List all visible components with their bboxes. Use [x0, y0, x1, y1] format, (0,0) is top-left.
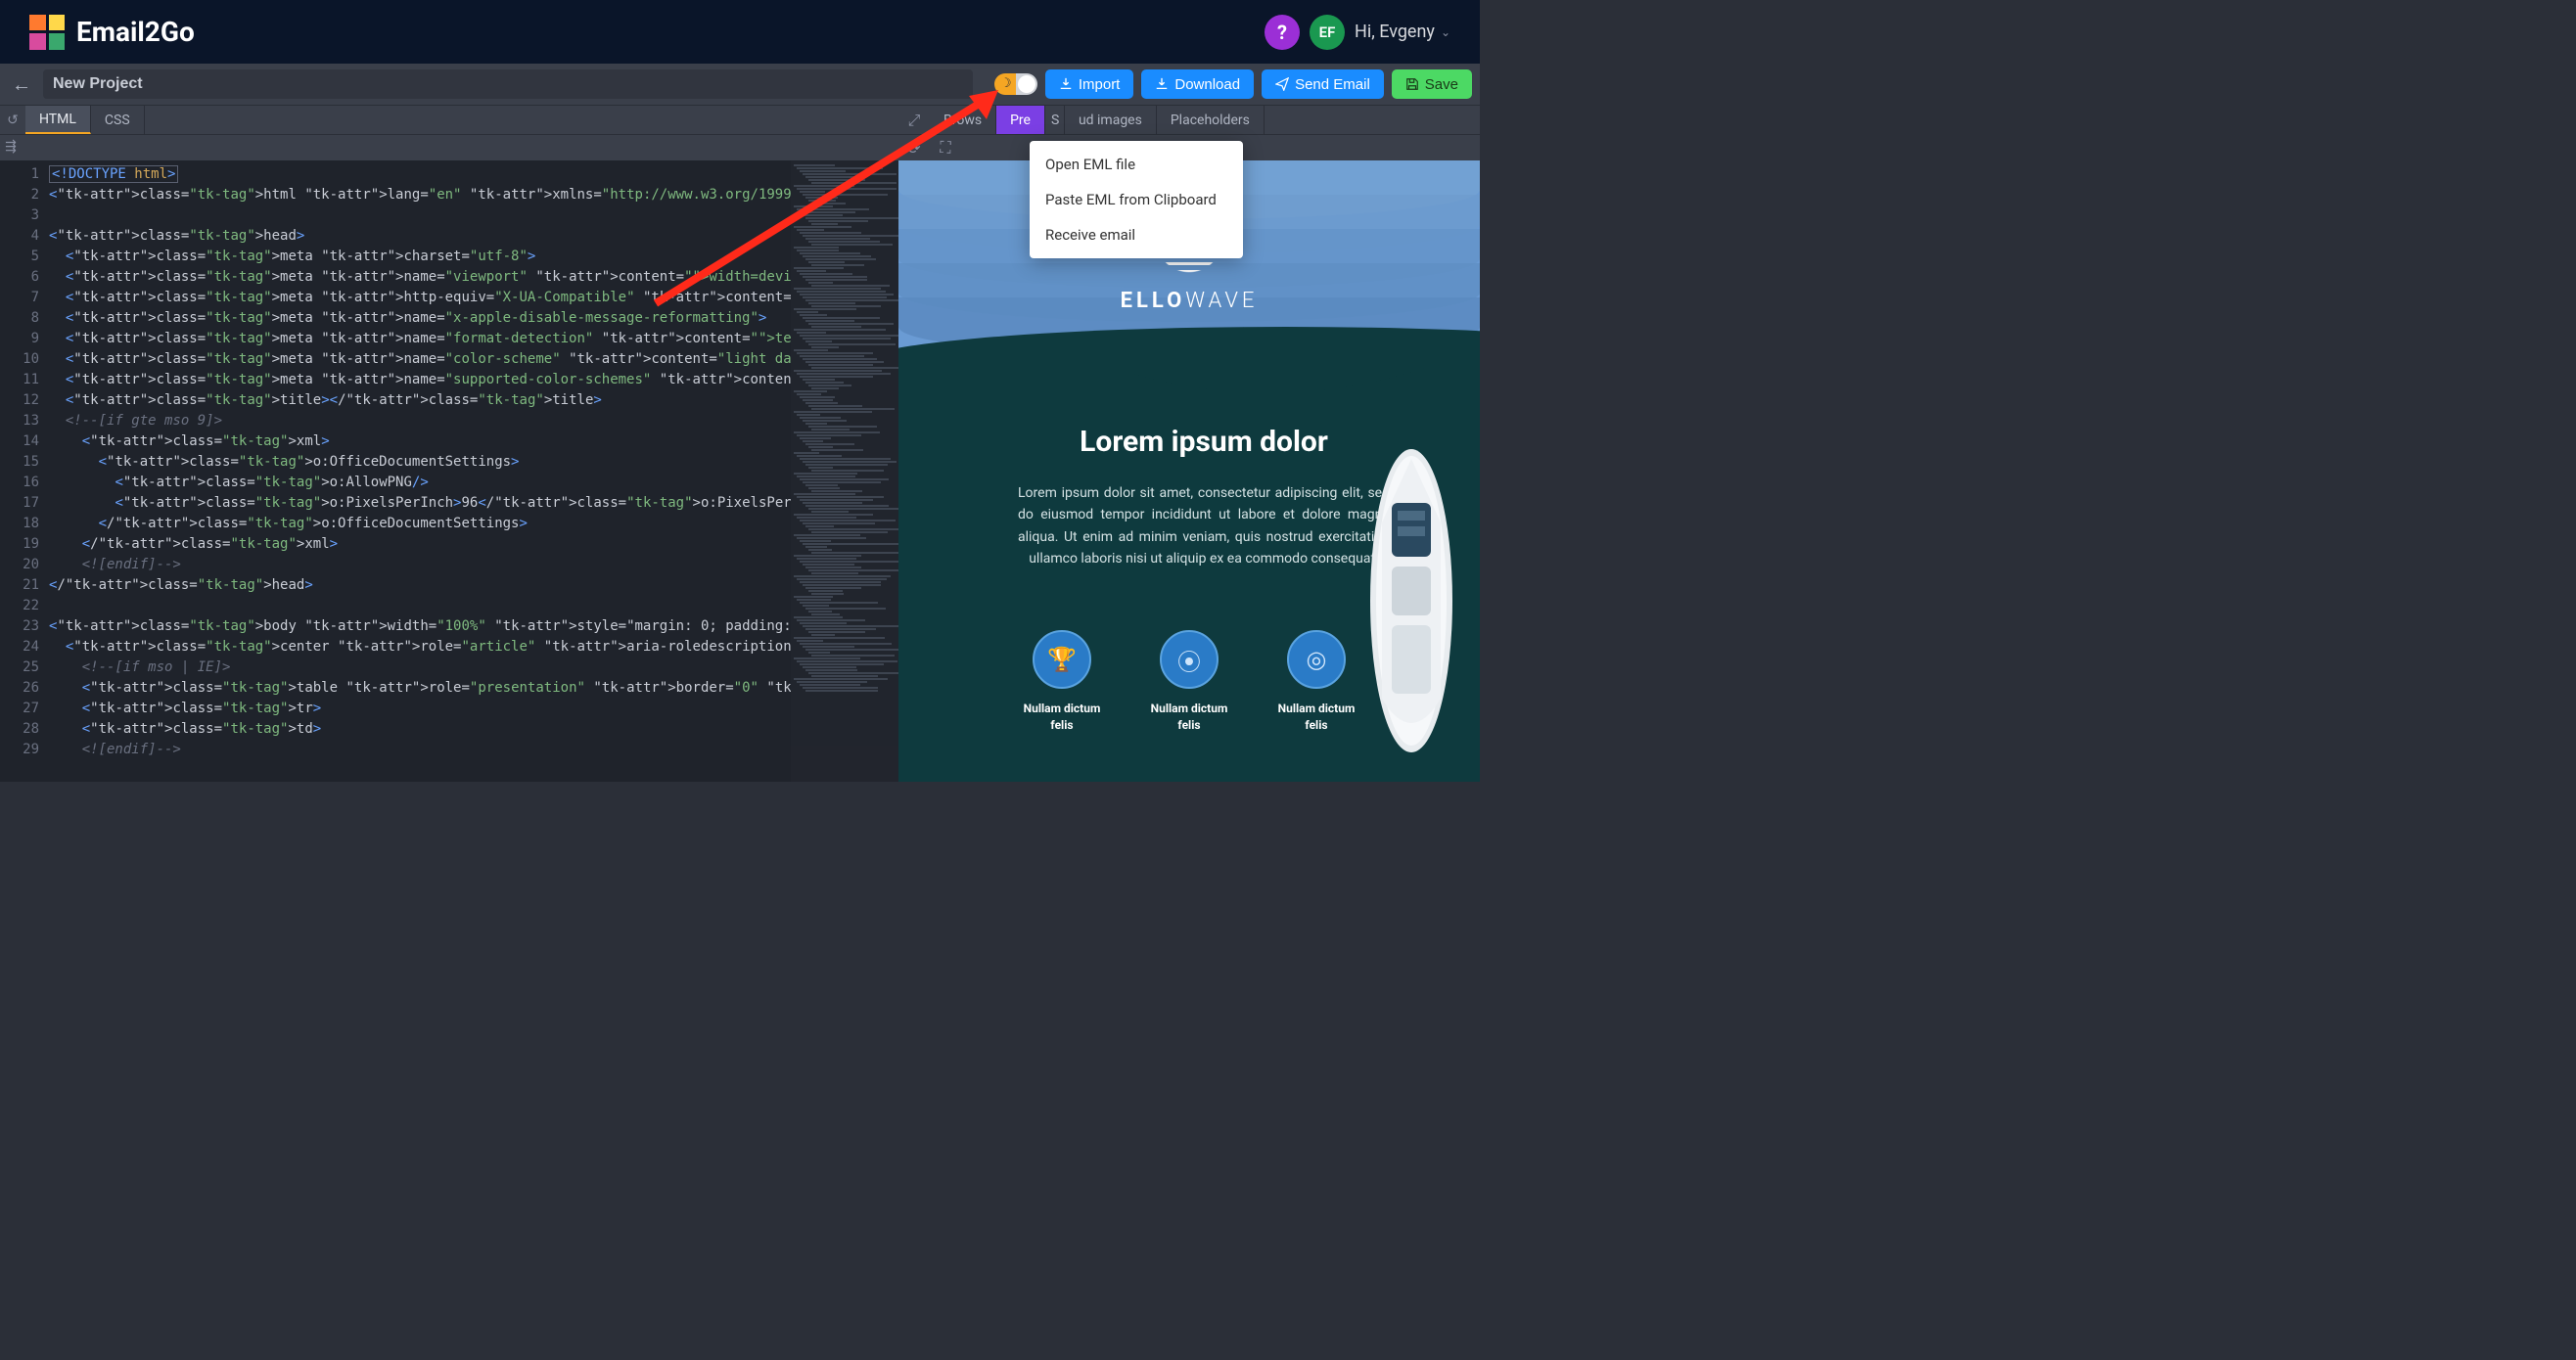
save-icon: [1405, 77, 1419, 91]
feature-3-label: Nullam dictum felis: [1272, 701, 1360, 734]
history-icon[interactable]: ↺: [0, 106, 25, 134]
boat-illustration: [1362, 444, 1460, 757]
refresh-icon[interactable]: ⟳: [898, 135, 930, 160]
menu-paste-eml[interactable]: Paste EML from Clipboard: [1030, 182, 1243, 217]
wrap-icon[interactable]: ⇶: [0, 135, 22, 160]
target-icon: ◎: [1287, 630, 1346, 689]
trophy-icon: 🏆: [1033, 630, 1091, 689]
tab-cloud-images[interactable]: ud images: [1065, 106, 1157, 134]
logo-icon: [29, 15, 65, 50]
feature-2: ⦿ Nullam dictum felis: [1145, 630, 1233, 734]
import-label: Import: [1079, 76, 1121, 93]
import-dropdown: Open EML file Paste EML from Clipboard R…: [1030, 141, 1243, 258]
tab-placeholders[interactable]: Placeholders: [1157, 106, 1265, 134]
brand-bold: ELLO: [1121, 289, 1186, 313]
theme-toggle[interactable]: ☽: [994, 73, 1037, 95]
hero-body: Lorem ipsum dolor sit amet, consectetur …: [1018, 482, 1390, 570]
save-label: Save: [1425, 76, 1458, 93]
import-button[interactable]: Import: [1045, 69, 1134, 99]
tab-browsers[interactable]: Brows: [930, 106, 996, 134]
preview-subtoolbar: ⇶ ⟳ ⛶: [0, 134, 1480, 160]
tab-css[interactable]: CSS: [91, 106, 145, 134]
feature-3: ◎ Nullam dictum felis: [1272, 630, 1360, 734]
download-label: Download: [1174, 76, 1240, 93]
expand-icon[interactable]: ⤢: [898, 106, 930, 134]
main-split: 1234567891011121314151617181920212223242…: [0, 160, 1480, 782]
project-toolbar: ← ☽ Import Download Send Email Save: [0, 64, 1480, 105]
send-email-button[interactable]: Send Email: [1262, 69, 1384, 99]
code-content[interactable]: <!DOCTYPE html> <"tk-attr">class="tk-tag…: [49, 160, 791, 782]
tab-preview[interactable]: Pre: [996, 106, 1045, 134]
minimap[interactable]: [791, 160, 898, 782]
feature-1: 🏆 Nullam dictum felis: [1018, 630, 1106, 734]
user-avatar[interactable]: EF: [1310, 15, 1345, 50]
save-button[interactable]: Save: [1392, 69, 1472, 99]
import-icon: [1059, 77, 1073, 91]
network-icon: ⦿: [1160, 630, 1219, 689]
tab-structure[interactable]: S: [1045, 106, 1065, 134]
brand-name: Email2Go: [76, 16, 195, 48]
chevron-down-icon: ⌄: [1441, 25, 1450, 39]
download-icon: [1155, 77, 1169, 91]
tab-html[interactable]: HTML: [25, 106, 91, 134]
download-button[interactable]: Download: [1141, 69, 1254, 99]
send-icon: [1275, 77, 1289, 91]
feature-2-label: Nullam dictum felis: [1145, 701, 1233, 734]
feature-1-label: Nullam dictum felis: [1018, 701, 1106, 734]
tabs-bar: ↺ HTML CSS ⤢ Brows Pre S ud images Place…: [0, 105, 1480, 134]
user-greeting[interactable]: Hi, Evgeny ⌄: [1355, 22, 1450, 42]
code-editor[interactable]: 1234567891011121314151617181920212223242…: [0, 160, 898, 782]
line-gutter: 1234567891011121314151617181920212223242…: [0, 160, 49, 782]
menu-receive-email[interactable]: Receive email: [1030, 217, 1243, 252]
project-name-input[interactable]: [43, 69, 973, 99]
greeting-text: Hi, Evgeny: [1355, 22, 1435, 42]
hero-title: Lorem ipsum dolor: [1016, 425, 1392, 459]
brand-light: WAVE: [1185, 289, 1258, 313]
brand-logo[interactable]: Email2Go: [29, 15, 195, 50]
back-button[interactable]: ←: [8, 70, 35, 98]
send-label: Send Email: [1295, 76, 1370, 93]
moon-icon: ☽: [1000, 76, 1012, 91]
menu-open-eml[interactable]: Open EML file: [1030, 147, 1243, 182]
help-button[interactable]: ?: [1265, 15, 1300, 50]
app-header: Email2Go ? EF Hi, Evgeny ⌄: [0, 0, 1480, 64]
fullscreen-icon[interactable]: ⛶: [930, 135, 961, 160]
